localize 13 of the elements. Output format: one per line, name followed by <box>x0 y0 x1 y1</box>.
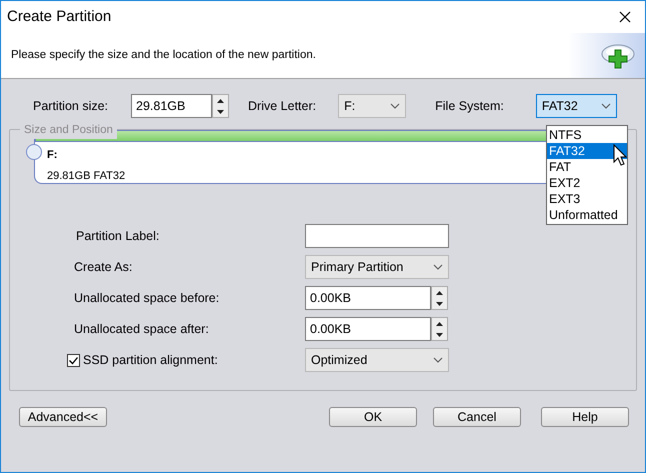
field-label: Drive Letter: <box>248 98 316 115</box>
field-label: Partition Label: <box>75 228 160 245</box>
window-title: Create Partition <box>7 6 112 27</box>
field-label: Unallocated space before: <box>74 290 220 307</box>
instruction-text: Please specify the size and the location of the new partition. <box>11 48 317 63</box>
field-label: Create As: <box>74 258 134 276</box>
field-label: Partition size: <box>33 98 108 115</box>
field-label: Unallocated space after: <box>74 320 210 338</box>
field-label: File System: <box>435 98 504 115</box>
partition-letter: F: <box>47 148 58 163</box>
group-title: Size and Position <box>20 122 117 140</box>
field-label: SSD partition alignment: <box>83 352 218 369</box>
partition-details: 29.81GB FAT32 <box>47 168 126 184</box>
